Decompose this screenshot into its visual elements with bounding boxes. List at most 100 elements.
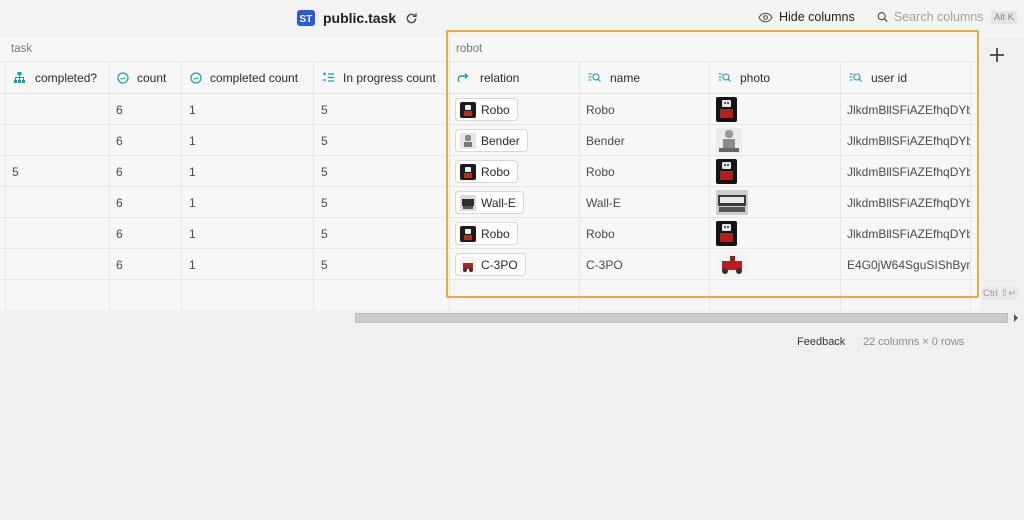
relation-chip[interactable]: Wall-E [455,191,524,214]
cell-photo[interactable] [716,249,838,280]
cell-photo[interactable] [716,218,838,249]
cell-in-progress[interactable]: 5 [321,125,445,156]
cell-completed[interactable] [12,125,104,156]
cell-name[interactable]: Wall-E [586,187,706,218]
cell-count[interactable]: 6 [116,94,176,125]
empty-new-row[interactable] [0,280,980,310]
table-row[interactable]: 5 6 1 5 Robo Robo JlkdmBllSFiAZEfhqDYb [0,156,980,187]
cell-completed-count[interactable]: 1 [189,125,309,156]
cell-user-id[interactable]: JlkdmBllSFiAZEfhqDYb [847,125,970,156]
add-column-plus-icon[interactable] [986,44,1008,66]
cell-photo[interactable] [716,125,838,156]
cell-user-id[interactable]: JlkdmBllSFiAZEfhqDYb [847,218,970,249]
cell-relation[interactable]: Robo [455,218,577,249]
cell-relation[interactable]: Bender [455,125,577,156]
relation-chip[interactable]: Robo [455,98,518,121]
cell-completed-count[interactable]: 1 [189,187,309,218]
cell-completed-count[interactable]: 1 [189,94,309,125]
cell-completed[interactable]: 5 [12,156,104,187]
cell-in-progress[interactable]: 5 [321,249,445,280]
column-header-photo[interactable]: photo [718,62,840,94]
cell-name[interactable]: Robo [586,156,706,187]
cell-in-progress[interactable]: 5 [321,218,445,249]
horizontal-scrollbar[interactable] [355,313,1008,323]
scroll-right-arrow-icon[interactable] [1012,313,1020,323]
column-header-in-progress-count[interactable]: In progress count [322,62,449,94]
cell-count[interactable]: 6 [116,249,176,280]
table-row[interactable]: 6 1 5 Robo Robo JlkdmBllSFiAZEfhqDYb [0,218,980,249]
column-header-completed-count[interactable]: completed count [190,62,314,94]
column-header-user-id[interactable]: user id [849,62,970,94]
robot-avatar-icon [460,194,476,211]
robot-avatar-icon [460,256,476,273]
table-row[interactable]: 6 1 5 Bender Bender JlkdmBllSFiAZEfhqDYb [0,125,980,156]
column-header-count[interactable]: count [117,62,181,94]
table-name: public.task [323,10,397,26]
rollup-icon [190,71,202,84]
search-icon [877,12,888,23]
cell-count[interactable]: 6 [116,218,176,249]
cell-count[interactable]: 6 [116,187,176,218]
toolbar: ST public.task Hide columns Alt K [0,0,1024,37]
cell-in-progress[interactable]: 5 [321,156,445,187]
column-label: relation [480,70,520,85]
cell-in-progress[interactable]: 5 [321,94,445,125]
cell-relation[interactable]: Wall-E [455,187,577,218]
table-row[interactable]: 6 1 5 Wall-E Wall-E JlkdmBllSFiAZEfhqDYb [0,187,980,218]
lookup-icon [718,73,731,82]
cell-completed[interactable] [12,218,104,249]
lookup-icon [849,73,862,82]
cell-completed-count[interactable]: 1 [189,249,309,280]
cell-count[interactable]: 6 [116,156,176,187]
cell-photo[interactable] [716,156,838,187]
cell-name[interactable]: Bender [586,125,706,156]
cell-user-id[interactable]: JlkdmBllSFiAZEfhqDYb [847,94,970,125]
new-row-shortcut-hint: Ctrl ⇧↵ [981,287,1019,300]
cell-user-id[interactable]: JlkdmBllSFiAZEfhqDYb [847,156,970,187]
column-header-spacer [109,62,117,94]
column-label: In progress count [343,70,436,85]
column-header-spacer [181,62,190,94]
cell-completed[interactable] [12,187,104,218]
refresh-icon[interactable] [405,12,418,25]
group-header-robot: robot [449,37,980,62]
cell-relation[interactable]: C-3PO [455,249,577,280]
relation-chip[interactable]: C-3PO [455,253,526,276]
search-columns[interactable]: Alt K [877,7,1017,27]
cell-relation[interactable]: Robo [455,156,577,187]
cell-photo[interactable] [716,187,838,218]
column-header-name[interactable]: name [588,62,709,94]
table-row[interactable]: 6 1 5 C-3PO C-3PO E4G0jW64SguSIShBym [0,249,980,280]
cell-name[interactable]: C-3PO [586,249,706,280]
relation-chip[interactable]: Robo [455,222,518,245]
robot-avatar-icon [460,101,476,118]
cell-name[interactable]: Robo [586,218,706,249]
cell-relation[interactable]: Robo [455,94,577,125]
cell-photo[interactable] [716,94,838,125]
cell-completed[interactable] [12,249,104,280]
relation-chip-label: C-3PO [481,257,518,272]
column-header-completed[interactable]: completed? [14,62,109,94]
column-header-relation[interactable]: relation [457,62,579,94]
cell-user-id[interactable]: E4G0jW64SguSIShBym [847,249,970,280]
robot-avatar-icon [460,163,476,180]
cell-count[interactable]: 6 [116,125,176,156]
cell-completed[interactable] [12,94,104,125]
relation-chip[interactable]: Robo [455,160,518,183]
hierarchy-icon [14,72,25,83]
search-input[interactable] [893,10,989,24]
feedback-link[interactable]: Feedback [797,336,845,350]
relation-chip-label: Robo [481,102,510,117]
cell-in-progress[interactable]: 5 [321,187,445,218]
relation-chip[interactable]: Bender [455,129,528,152]
table-row[interactable]: 6 1 5 Robo Robo JlkdmBllSFiAZEfhqDYb [0,94,980,125]
data-grid[interactable]: task robot completed? count completed co… [0,37,980,310]
cell-completed-count[interactable]: 1 [189,156,309,187]
column-header-spacer [579,62,588,94]
cell-user-id[interactable]: JlkdmBllSFiAZEfhqDYb [847,187,970,218]
hide-columns-button[interactable]: Hide columns [758,7,855,27]
robot-avatar-icon [460,132,476,149]
robot-photo-icon [716,190,748,215]
cell-completed-count[interactable]: 1 [189,218,309,249]
cell-name[interactable]: Robo [586,94,706,125]
